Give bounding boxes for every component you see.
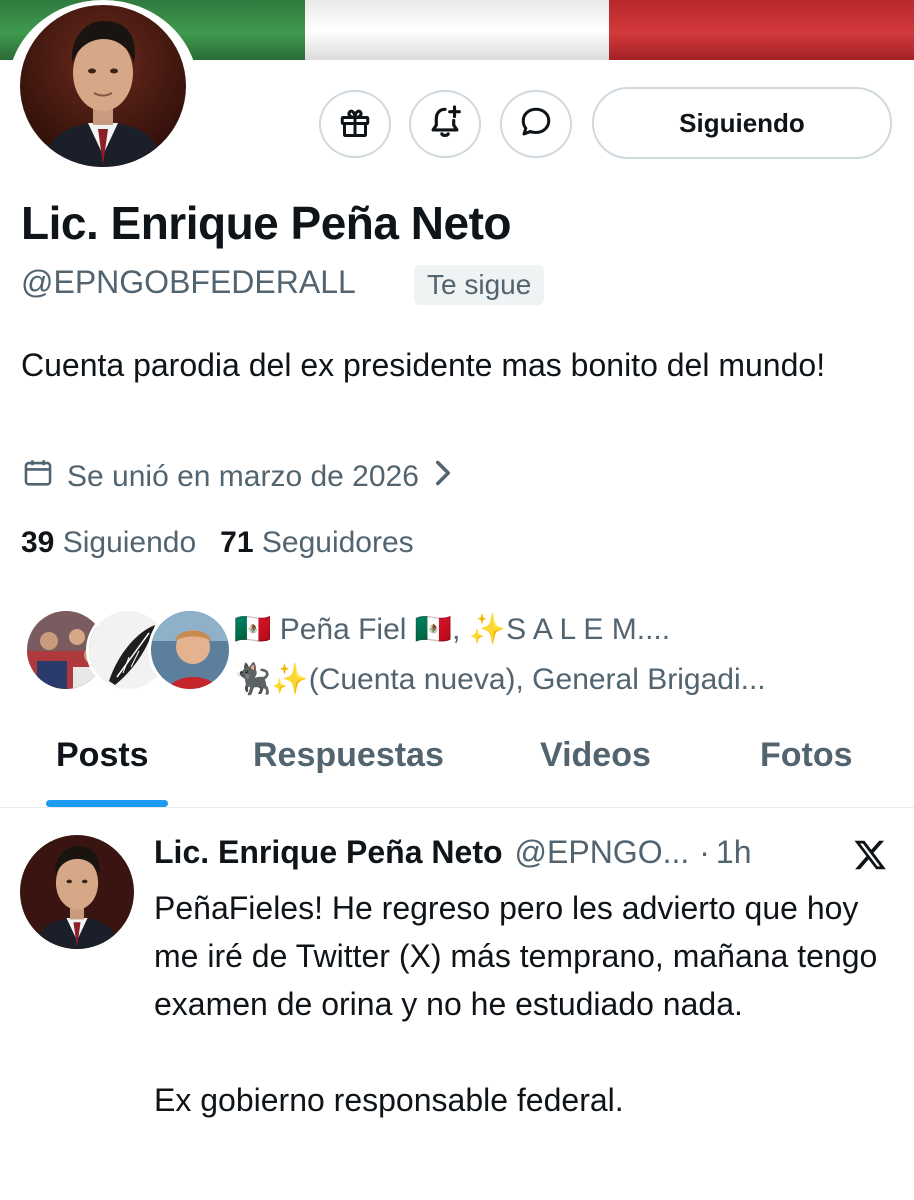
tweet-author-avatar[interactable]: [20, 835, 134, 949]
profile-avatar[interactable]: [20, 5, 186, 167]
notification-bell-icon: [426, 103, 464, 146]
tab-fotos[interactable]: Fotos: [760, 736, 853, 775]
tab-videos[interactable]: Videos: [540, 736, 651, 775]
active-tab-indicator: [46, 800, 168, 807]
followers-you-know[interactable]: 🇲🇽 Peña Fiel 🇲🇽, ✨S A L E M.... 🐈‍⬛✨(Cue…: [24, 605, 894, 696]
followed-by-line-2: 🐈‍⬛✨(Cuenta nueva), General Brigadi...: [234, 663, 766, 696]
calendar-icon: [21, 456, 67, 498]
tweet-separator: ·: [699, 834, 710, 870]
gift-button[interactable]: [319, 90, 391, 158]
message-icon: [518, 104, 554, 145]
tab-posts[interactable]: Posts: [56, 736, 149, 775]
followers-label: Seguidores: [261, 526, 414, 559]
following-count: 39: [21, 526, 55, 559]
followed-by-line-1: 🇲🇽 Peña Fiel 🇲🇽, ✨S A L E M....: [234, 613, 671, 646]
follows-you-badge: Te sigue: [414, 265, 545, 305]
joined-date-text: Se unió en marzo de 2026: [67, 460, 419, 493]
tweet-text-paragraph-2: Ex gobierno responsable federal.: [154, 1082, 624, 1118]
tweet-text: PeñaFieles! He regreso pero les advierto…: [154, 884, 894, 1124]
profile-portrait-image: [20, 5, 186, 167]
profile-tabs: Posts Respuestas Videos Fotos: [0, 730, 914, 808]
joined-date-row[interactable]: Se unió en marzo de 2026: [21, 456, 465, 498]
profile-stats: 39 Siguiendo 71 Seguidores: [21, 526, 438, 560]
chevron-right-icon: [433, 459, 465, 495]
notifications-button[interactable]: [409, 90, 481, 158]
banner-flag-white: [304, 0, 610, 60]
followers-count: 71: [220, 526, 254, 559]
followed-by-text: 🇲🇽 Peña Fiel 🇲🇽, ✨S A L E M.... 🐈‍⬛✨(Cue…: [234, 605, 766, 705]
following-label: Siguiendo: [62, 526, 197, 559]
tweet-author-name[interactable]: Lic. Enrique Peña Neto: [154, 834, 503, 871]
profile-handle: @EPNGOBFEDERALL: [21, 264, 356, 300]
profile-display-name: Lic. Enrique Peña Neto: [21, 197, 512, 249]
followers-stat[interactable]: 71 Seguidores: [220, 526, 414, 560]
follower-avatar: [148, 608, 232, 692]
tab-respuestas[interactable]: Respuestas: [253, 736, 444, 775]
tweet-text-paragraph-1: PeñaFieles! He regreso pero les advierto…: [154, 890, 878, 1022]
banner-flag-red: [609, 0, 914, 60]
tweet-timestamp[interactable]: 1h: [716, 834, 752, 871]
tweet-author-handle[interactable]: @EPNGO...: [515, 834, 690, 871]
tweet-header: Lic. Enrique Peña Neto @EPNGO... · 1h: [154, 834, 752, 871]
message-button[interactable]: [500, 90, 572, 158]
profile-bio: Cuenta parodia del ex presidente mas bon…: [21, 347, 826, 383]
x-logo-icon[interactable]: [850, 836, 890, 879]
following-stat[interactable]: 39 Siguiendo: [21, 526, 196, 560]
gift-icon: [337, 104, 373, 145]
following-button[interactable]: Siguiendo: [592, 87, 892, 159]
